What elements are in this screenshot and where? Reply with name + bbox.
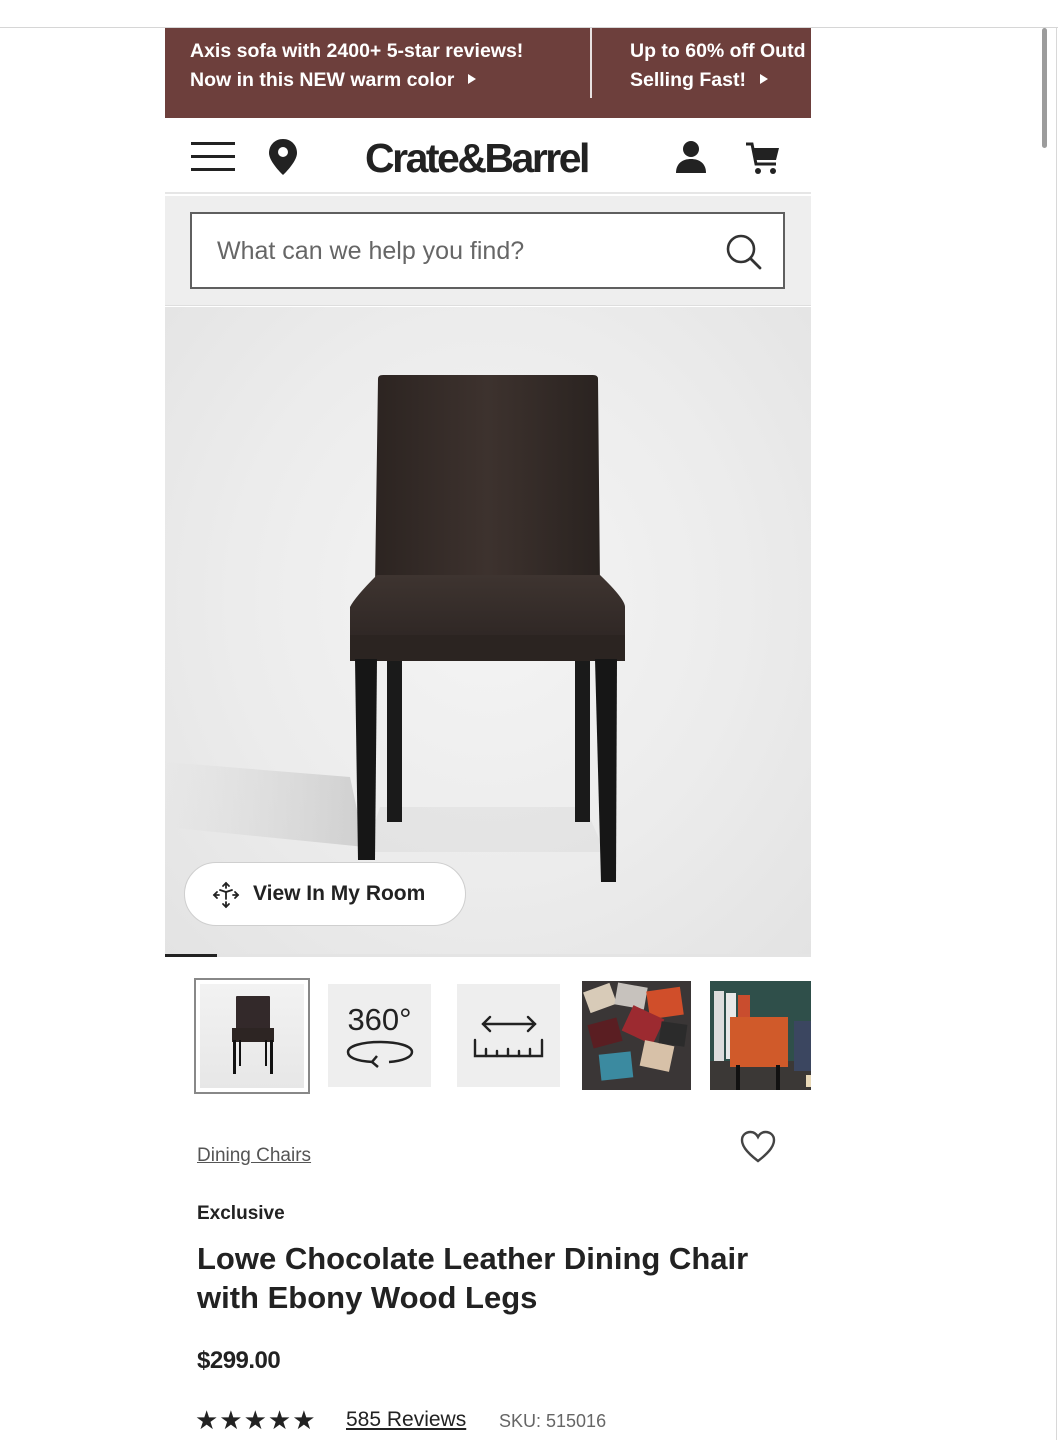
browser-top-bar <box>0 0 1058 28</box>
heart-icon[interactable] <box>740 1130 776 1164</box>
promo-divider <box>590 28 592 98</box>
chair-thumbnail[interactable] <box>194 978 310 1094</box>
promo-line-2: Now in this NEW warm color <box>190 69 455 91</box>
mobile-page: Axis sofa with 2400+ 5-star reviews! Now… <box>165 28 811 1440</box>
360-view-thumbnail[interactable]: 360° <box>328 984 431 1087</box>
product-title: Lowe Chocolate Leather Dining Chair with… <box>197 1241 749 1315</box>
product-image-gallery[interactable]: View In My Room <box>165 307 811 954</box>
scrollbar[interactable] <box>1042 28 1047 148</box>
cart-icon[interactable] <box>745 140 781 176</box>
thumbnail-strip: 360° <box>165 978 811 1096</box>
dimensions-icon <box>473 1015 544 1058</box>
product-sku: SKU: 515016 <box>499 1411 607 1431</box>
breadcrumb-dining-chairs[interactable]: Dining Chairs <box>197 1145 311 1167</box>
star-rating[interactable]: ★★★★★ <box>195 1405 317 1436</box>
promo-item-axis-sofa[interactable]: Axis sofa with 2400+ 5-star reviews! Now… <box>190 37 523 95</box>
product-price: $299.00 <box>197 1347 281 1374</box>
lifestyle-photo <box>710 981 811 1090</box>
search-box <box>190 212 785 289</box>
ar-cube-icon <box>212 881 240 909</box>
promo-line-1: Axis sofa with 2400+ 5-star reviews! <box>190 40 524 62</box>
chair-thumbnail-image <box>232 996 274 1074</box>
rotate-icon <box>346 1040 414 1068</box>
search-icon[interactable] <box>725 233 763 271</box>
play-arrow-icon <box>759 74 768 84</box>
reviews-link[interactable]: 585 Reviews <box>346 1408 466 1432</box>
promo-banner: Axis sofa with 2400+ 5-star reviews! Now… <box>165 28 811 118</box>
search-bar <box>165 196 811 306</box>
promo-item-sale[interactable]: Up to 60% off Outd Selling Fast! <box>630 37 805 95</box>
gallery-progress-fill <box>165 954 217 957</box>
lifestyle-photo-thumbnail[interactable] <box>710 981 811 1090</box>
menu-icon[interactable] <box>191 142 235 172</box>
lifestyle-photo-thumbnail[interactable] <box>582 981 691 1090</box>
play-arrow-icon <box>468 74 477 84</box>
site-header: Crate&Barrel <box>165 118 811 194</box>
exclusive-badge: Exclusive <box>197 1203 285 1224</box>
brand-logo[interactable]: Crate&Barrel <box>365 135 590 182</box>
view-in-my-room-button[interactable]: View In My Room <box>184 862 466 926</box>
chair-product-image <box>165 375 625 882</box>
page-edge-divider <box>1056 28 1057 1440</box>
view-in-my-room-label: View In My Room <box>253 882 426 905</box>
account-icon[interactable] <box>675 140 707 174</box>
location-pin-icon[interactable] <box>267 138 299 176</box>
360-label: 360° <box>347 1002 412 1037</box>
gallery-progress <box>165 954 811 957</box>
dimensions-thumbnail[interactable] <box>457 984 560 1087</box>
lifestyle-photo <box>582 981 691 1090</box>
promo-line-1: Up to 60% off Outd <box>630 40 806 62</box>
promo-line-2: Selling Fast! <box>630 69 746 91</box>
search-input[interactable] <box>217 234 697 268</box>
